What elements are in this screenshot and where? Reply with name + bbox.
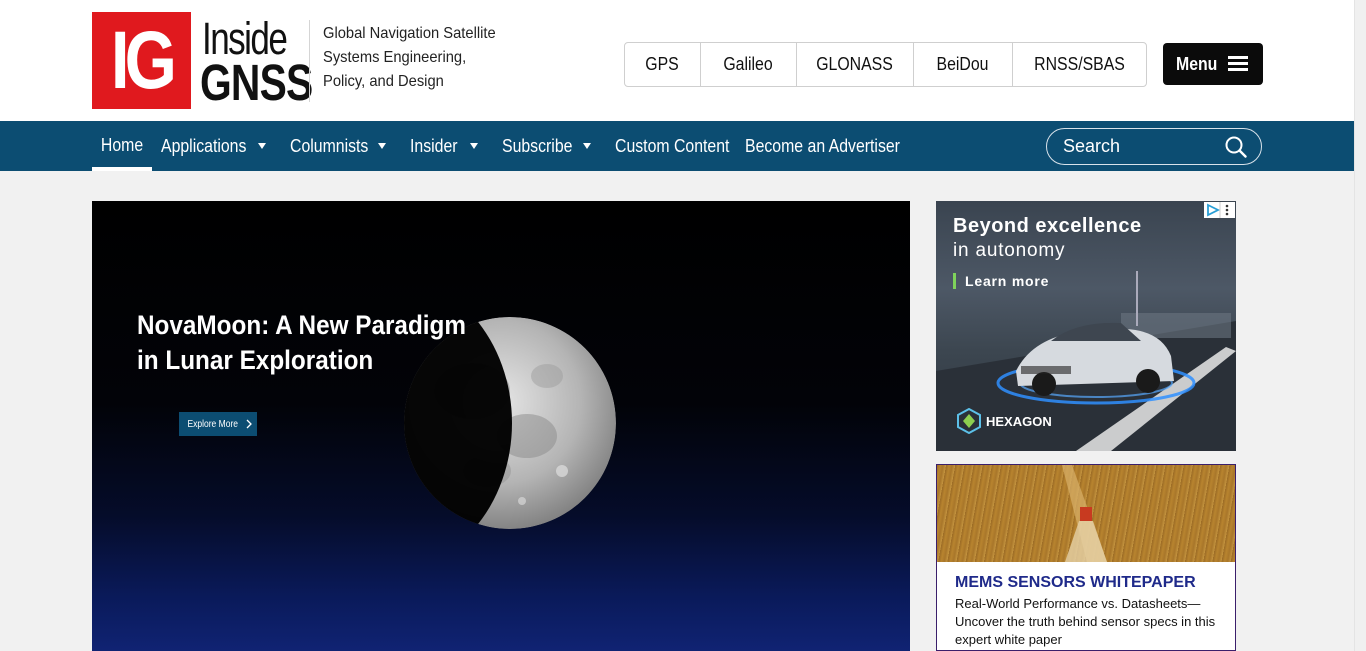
nav-item-label: Home [100,134,144,155]
logo-word-gnss[interactable]: GNSS [200,56,313,110]
nav-item-label: Subscribe [502,135,573,156]
hero-slide[interactable]: NovaMoon: A New Paradigm in Lunar Explor… [92,201,910,651]
chevron-right-icon [246,419,253,429]
hamburger-icon [1228,56,1248,72]
caret-down-icon [583,143,591,149]
vertical-scrollbar[interactable] [1354,0,1366,651]
search-input[interactable] [1063,132,1223,160]
gnss-system-tabs: GPS Galileo GLONASS BeiDou RNSS/SBAS [624,42,1147,87]
nav-item-label: Columnists [290,135,369,156]
tab-glonass[interactable]: GLONASS [797,43,914,86]
nav-item-home[interactable]: Home [92,121,152,171]
field-harvester-image [937,465,1235,562]
caret-down-icon [470,143,478,149]
tab-beidou[interactable]: BeiDou [914,43,1013,86]
tab-galileo[interactable]: Galileo [701,43,797,86]
menu-button[interactable]: Menu [1163,43,1263,85]
search-box [1046,128,1262,165]
explore-more-label: Explore More [187,418,238,430]
tab-rnss-sbas[interactable]: RNSS/SBAS [1013,43,1146,86]
logo-mark-text: IG [110,15,177,106]
tab-label: Galileo [723,54,774,74]
tab-label: GPS [645,54,680,74]
ad-subline: in autonomy [953,240,1066,261]
nav-item-insider[interactable]: Insider [410,121,464,171]
nav-item-label: Insider [410,135,458,156]
ad-brand-name: HEXAGON [986,414,1052,429]
nav-item-become-advertiser[interactable]: Become an Advertiser [745,121,921,171]
logo-divider [309,20,310,102]
site-tagline: Global Navigation Satellite Systems Engi… [323,25,496,90]
caret-down-icon [378,143,386,149]
menu-button-label: Menu [1176,53,1218,74]
nav-item-custom-content[interactable]: Custom Content [615,121,745,171]
nav-item-applications[interactable]: Applications [161,121,258,171]
ad-body-text: Real-World Performance vs. Datasheets—Un… [955,596,1216,647]
hero-title[interactable]: NovaMoon: A New Paradigm in Lunar Explor… [137,308,479,378]
mems-whitepaper-ad[interactable]: MEMS SENSORS WHITEPAPER Real-World Perfo… [936,464,1236,651]
nav-item-label: Custom Content [615,135,730,156]
search-icon[interactable] [1225,136,1247,158]
explore-more-button[interactable]: Explore More [179,412,257,436]
hexagon-logo-icon [957,408,981,434]
tab-label: BeiDou [937,54,989,74]
nav-item-label: Applications [161,135,247,156]
ad-learn-more-link[interactable]: Learn more [953,273,1049,289]
ad-headline: Beyond excellence [953,215,1142,237]
tab-gps[interactable]: GPS [625,43,701,86]
hexagon-ad[interactable]: Beyond excellence in autonomy Learn more… [936,201,1236,451]
adchoices-icon[interactable] [1204,202,1235,218]
nav-item-subscribe[interactable]: Subscribe [502,121,582,171]
ad-title: MEMS SENSORS WHITEPAPER [955,574,1196,591]
nav-item-columnists[interactable]: Columnists [290,121,379,171]
logo-mark[interactable]: IG [92,12,191,109]
tab-label: GLONASS [816,54,894,74]
tab-label: RNSS/SBAS [1034,54,1125,74]
nav-item-label: Become an Advertiser [745,135,900,156]
caret-down-icon [258,143,266,149]
